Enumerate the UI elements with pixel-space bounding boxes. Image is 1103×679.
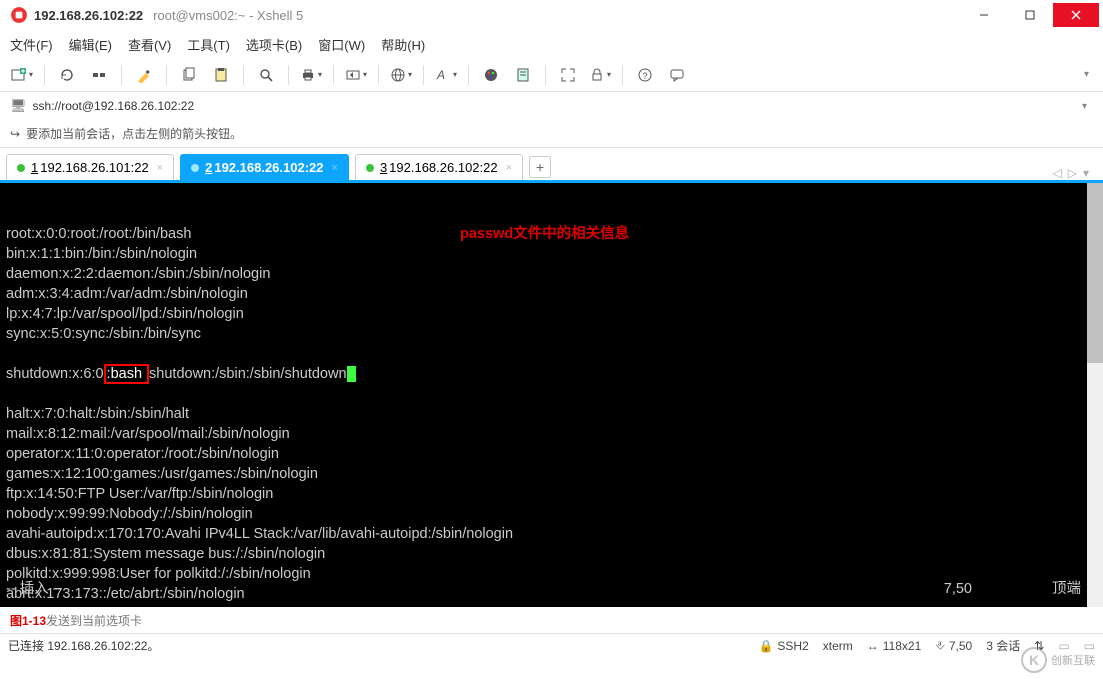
tab-nav: ◁ ▷ ▾: [1053, 166, 1098, 180]
tab-label: 192.168.26.101:22: [40, 160, 148, 175]
minimize-button[interactable]: [961, 3, 1007, 27]
highlight-box: :bash: [104, 364, 150, 384]
terminal-cursor: [347, 366, 356, 382]
status-num: ▭: [1084, 639, 1095, 653]
terminal-scrollbar[interactable]: [1087, 183, 1103, 607]
arrow-hint-icon[interactable]: ↪: [10, 127, 20, 141]
vim-statusline: -- 插入 -- 7,50 顶端: [6, 580, 1081, 599]
transfer-icon[interactable]: [342, 61, 370, 89]
status-dot-icon: [191, 164, 199, 172]
globe-icon[interactable]: [387, 61, 415, 89]
window-title-sub: root@vms002:~ - Xshell 5: [153, 8, 303, 23]
font-icon[interactable]: A: [432, 61, 460, 89]
vim-cursor-pos: 7,50: [944, 580, 972, 599]
send-inputbar[interactable]: 图1-13 发送到当前选项卡: [0, 607, 1103, 633]
status-dot-icon: [366, 164, 374, 172]
colorscheme-icon[interactable]: [477, 61, 505, 89]
tabbar: 1 192.168.26.101:22 × 2 192.168.26.102:2…: [0, 148, 1103, 180]
menu-view[interactable]: 查看(V): [128, 35, 171, 54]
session-tab-3[interactable]: 3 192.168.26.102:22 ×: [355, 154, 523, 180]
copy-icon[interactable]: [175, 61, 203, 89]
menubar: 文件(F) 编辑(E) 查看(V) 工具(T) 选项卡(B) 窗口(W) 帮助(…: [0, 30, 1103, 58]
menu-tabs[interactable]: 选项卡(B): [246, 35, 302, 54]
maximize-button[interactable]: [1007, 3, 1053, 27]
session-tab-1[interactable]: 1 192.168.26.101:22 ×: [6, 154, 174, 180]
host-icon: 🖥: [10, 98, 27, 114]
toolbar-overflow-icon[interactable]: ▾: [1078, 69, 1095, 80]
hint-text: 要添加当前会话，点击左侧的箭头按钮。: [26, 125, 242, 142]
new-session-icon[interactable]: [8, 61, 36, 89]
address-overflow-icon[interactable]: ▾: [1076, 101, 1093, 112]
help-icon[interactable]: ?: [631, 61, 659, 89]
menu-window[interactable]: 窗口(W): [318, 35, 365, 54]
tab-label: 192.168.26.102:22: [214, 160, 323, 175]
connection-status: 已连接 192.168.26.102:22。: [8, 637, 159, 654]
titlebar: 192.168.26.102:22 root@vms002:~ - Xshell…: [0, 0, 1103, 30]
disconnect-icon[interactable]: [85, 61, 113, 89]
vim-scroll-pos: 顶端: [1052, 580, 1081, 599]
shutdown-line: shutdown:x:6:0:bash shutdown:/sbin:/sbin…: [6, 366, 356, 382]
status-arrows[interactable]: ⇅: [1034, 639, 1044, 653]
addressbar: 🖥 ssh://root@192.168.26.102:22 ▾: [0, 92, 1103, 120]
tab-number: 1: [31, 160, 38, 175]
svg-text:A: A: [436, 68, 445, 82]
menu-file[interactable]: 文件(F): [10, 35, 53, 54]
tab-label: 192.168.26.102:22: [389, 160, 497, 175]
properties-icon[interactable]: [130, 61, 158, 89]
svg-text:?: ?: [643, 71, 648, 81]
toolbar: A ? ▾: [0, 58, 1103, 92]
app-icon: [10, 6, 28, 24]
search-icon[interactable]: [252, 61, 280, 89]
close-button[interactable]: [1053, 3, 1099, 27]
tab-close-icon[interactable]: ×: [506, 162, 512, 174]
terminal[interactable]: passwd文件中的相关信息 root:x:0:0:root:/root:/bi…: [0, 183, 1103, 607]
statusbar: 已连接 192.168.26.102:22。 🔒 SSH2 xterm ↔ 11…: [0, 633, 1103, 657]
print-icon[interactable]: [297, 61, 325, 89]
address-url[interactable]: ssh://root@192.168.26.102:22: [33, 99, 195, 113]
status-dot-icon: [17, 164, 25, 172]
status-caps: ▭: [1058, 639, 1069, 653]
script-icon[interactable]: [509, 61, 537, 89]
send-input-placeholder: 发送到当前选项卡: [46, 612, 142, 629]
session-tab-2[interactable]: 2 192.168.26.102:22 ×: [180, 154, 349, 180]
tab-close-icon[interactable]: ×: [157, 162, 163, 174]
reconnect-icon[interactable]: [53, 61, 81, 89]
status-ssh: 🔒 SSH2: [758, 639, 808, 653]
tab-next-icon[interactable]: ▷: [1068, 166, 1077, 180]
add-tab-button[interactable]: +: [529, 156, 551, 178]
tab-number: 2: [205, 160, 212, 175]
menu-help[interactable]: 帮助(H): [381, 35, 425, 54]
status-size: ↔ 118x21: [867, 639, 921, 653]
terminal-lines-before: root:x:0:0:root:/root:/bin/bash bin:x:1:…: [6, 226, 270, 342]
paste-icon[interactable]: [207, 61, 235, 89]
hintbar: ↪ 要添加当前会话，点击左侧的箭头按钮。: [0, 120, 1103, 148]
status-sessions: 3 会话: [986, 637, 1020, 654]
tab-prev-icon[interactable]: ◁: [1053, 166, 1062, 180]
menu-edit[interactable]: 编辑(E): [69, 35, 112, 54]
chat-icon[interactable]: [663, 61, 691, 89]
vim-mode: -- 插入 --: [6, 580, 62, 599]
tab-list-icon[interactable]: ▾: [1083, 166, 1089, 180]
fullscreen-icon[interactable]: [554, 61, 582, 89]
menu-tools[interactable]: 工具(T): [187, 35, 230, 54]
status-cursor: ⎀ 7,50: [935, 638, 972, 653]
tab-number: 3: [380, 160, 387, 175]
status-term: xterm: [823, 639, 853, 653]
scrollbar-thumb[interactable]: [1087, 183, 1103, 363]
window-title-main: 192.168.26.102:22: [34, 8, 143, 23]
figure-number: 图1-13: [10, 612, 46, 629]
lock-icon[interactable]: [586, 61, 614, 89]
tab-close-icon[interactable]: ×: [332, 162, 338, 174]
annotation-title: passwd文件中的相关信息: [460, 225, 629, 244]
terminal-lines-after: halt:x:7:0:halt:/sbin:/sbin/halt mail:x:…: [6, 406, 657, 607]
